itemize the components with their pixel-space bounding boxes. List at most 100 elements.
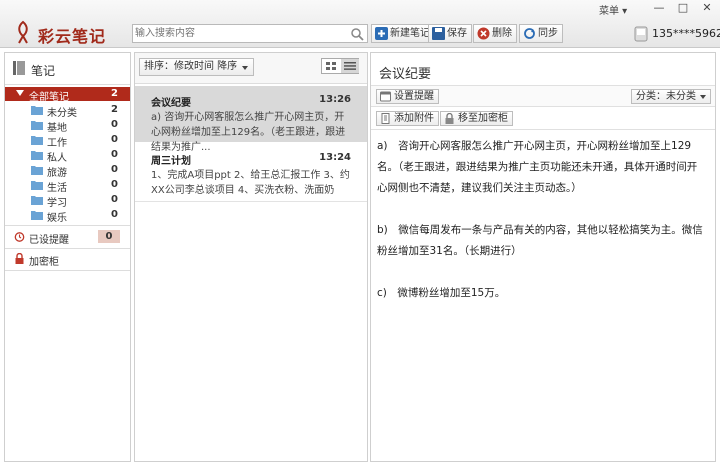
list-view-icon[interactable] — [341, 59, 359, 73]
sync-label: 同步 — [538, 28, 558, 39]
reminder-icon — [380, 91, 391, 102]
sort-dropdown[interactable]: 排序：修改时间 降序 — [139, 58, 255, 76]
new-note-label: 新建笔记 — [390, 28, 430, 39]
note-list-item[interactable]: 周三计划 13:24 1、完成A项目ppt 2、给王总汇报工作 3、约XX公司李… — [135, 144, 367, 202]
folder-label: 工作 — [47, 138, 67, 149]
note-body[interactable]: a) 咨询开心网客服怎么推广开心网主页，开心网粉丝增加至上129名。（老王跟进，… — [377, 136, 707, 304]
sidebar-item-life[interactable]: 生活 0 — [5, 178, 130, 194]
folder-icon — [31, 196, 43, 205]
sidebar-item-all-notes[interactable]: 全部笔记 2 — [5, 87, 130, 103]
folder-count: 0 — [111, 209, 118, 220]
phone-card-icon — [634, 26, 648, 42]
sidebar-item-vault[interactable]: 加密柜 — [5, 250, 130, 268]
maximize-icon[interactable]: □ — [672, 0, 694, 16]
sidebar-item-study[interactable]: 学习 0 — [5, 193, 130, 209]
note-paragraph: a) 咨询开心网客服怎么推广开心网主页，开心网粉丝增加至上129名。（老王跟进，… — [377, 140, 698, 194]
sidebar-divider — [5, 225, 130, 226]
vault-label: 加密柜 — [29, 257, 59, 268]
folder-icon — [31, 106, 43, 115]
view-toggle[interactable] — [321, 58, 359, 74]
chevron-down-icon — [700, 95, 706, 99]
sidebar-header: 笔记 — [5, 53, 130, 85]
sidebar: 笔记 全部笔记 2 未分类 2 基地 0 工作 0 私人 0 旅游 0 生活 0… — [4, 52, 131, 462]
menu-button[interactable]: 菜单 ▾ — [599, 2, 627, 17]
add-attachment-label: 添加附件 — [394, 113, 434, 124]
folder-label: 娱乐 — [47, 213, 67, 224]
user-phone: 135****5962 — [652, 27, 720, 40]
folder-icon — [31, 151, 43, 160]
category-dropdown[interactable]: 分类：未分类 — [631, 89, 711, 104]
expand-arrow-icon[interactable] — [16, 90, 24, 96]
sort-label: 排序：修改时间 降序 — [144, 61, 238, 72]
close-icon[interactable]: ✕ — [696, 0, 718, 16]
sync-icon — [524, 28, 535, 39]
app-logo-icon — [18, 20, 28, 44]
folder-count: 0 — [111, 119, 118, 130]
folder-count: 0 — [111, 134, 118, 145]
note-time: 13:24 — [319, 152, 351, 163]
all-notes-count: 2 — [111, 88, 118, 99]
note-editor: 会议纪要 设置提醒 分类：未分类 添加附件 移至加密柜 a) 咨询开心网客服怎么… — [370, 52, 716, 462]
reminders-label: 已设提醒 — [29, 235, 69, 246]
folder-icon — [31, 211, 43, 220]
user-account[interactable]: 135****5962 — [632, 24, 720, 44]
set-reminder-button[interactable]: 设置提醒 — [376, 89, 439, 104]
search-icon[interactable] — [350, 27, 364, 41]
folder-label: 生活 — [47, 183, 67, 194]
all-notes-label: 全部笔记 — [29, 92, 69, 103]
search-input[interactable] — [135, 26, 345, 41]
folder-icon — [31, 166, 43, 175]
reminders-count: 0 — [98, 230, 120, 243]
new-note-button[interactable]: 新建笔记 — [371, 24, 435, 43]
folder-icon — [31, 121, 43, 130]
lock-icon — [15, 253, 24, 264]
sidebar-item-base[interactable]: 基地 0 — [5, 118, 130, 134]
sidebar-item-reminders[interactable]: 已设提醒 0 — [5, 228, 130, 246]
folder-label: 旅游 — [47, 168, 67, 179]
save-button[interactable]: 保存 — [428, 24, 472, 43]
note-paragraph: c) 微博粉丝增加至15万。 — [377, 287, 506, 299]
chevron-down-icon — [242, 66, 249, 70]
notebook-icon — [13, 61, 25, 75]
delete-label: 删除 — [492, 28, 512, 39]
attachment-icon — [381, 113, 390, 124]
sync-button[interactable]: 同步 — [519, 24, 563, 43]
move-to-vault-button[interactable]: 移至加密柜 — [440, 111, 513, 126]
set-reminder-label: 设置提醒 — [394, 91, 434, 102]
folder-count: 0 — [111, 149, 118, 160]
delete-button[interactable]: 删除 — [473, 24, 517, 43]
note-time: 13:26 — [319, 94, 351, 105]
add-attachment-button[interactable]: 添加附件 — [376, 111, 439, 126]
top-bar: 彩云笔记 新建笔记 保存 删除 同步 菜单 ▾ — □ ✕ 135****596… — [0, 0, 720, 48]
folder-count: 2 — [111, 104, 118, 115]
minimize-icon[interactable]: — — [648, 0, 670, 16]
folder-label: 学习 — [47, 198, 67, 209]
folder-count: 0 — [111, 164, 118, 175]
folder-label: 未分类 — [47, 108, 77, 119]
grid-view-icon[interactable] — [322, 59, 340, 73]
editor-toolbar-top: 设置提醒 分类：未分类 — [371, 85, 715, 107]
sidebar-item-work[interactable]: 工作 0 — [5, 133, 130, 149]
sidebar-item-travel[interactable]: 旅游 0 — [5, 163, 130, 179]
app-title: 彩云笔记 — [38, 27, 107, 46]
note-list-panel: 排序：修改时间 降序 会议纪要 13:26 a) 咨询开心网客服怎么推广开心网主… — [134, 52, 368, 462]
sidebar-item-private[interactable]: 私人 0 — [5, 148, 130, 164]
category-label: 分类：未分类 — [636, 91, 696, 102]
sidebar-divider — [5, 248, 130, 249]
sidebar-item-uncategorized[interactable]: 未分类 2 — [5, 103, 130, 119]
note-list-item[interactable]: 会议纪要 13:26 a) 咨询开心网客服怎么推广开心网主页，开心网粉丝增加至上… — [135, 86, 367, 153]
search-box[interactable] — [132, 24, 368, 43]
note-editor-title[interactable]: 会议纪要 — [379, 63, 431, 82]
editor-toolbar-bottom: 添加附件 移至加密柜 — [371, 108, 715, 130]
folder-icon — [31, 181, 43, 190]
save-icon — [432, 27, 445, 40]
note-list-header: 排序：修改时间 降序 — [135, 53, 367, 84]
move-to-vault-label: 移至加密柜 — [458, 113, 508, 124]
sidebar-item-entertainment[interactable]: 娱乐 0 — [5, 208, 130, 224]
folder-icon — [31, 136, 43, 145]
alarm-clock-icon — [14, 232, 25, 242]
lock-icon — [445, 113, 454, 124]
note-paragraph: b) 微信每周发布一条与产品有关的内容，其他以轻松搞笑为主。微信粉丝增加至31名… — [377, 224, 703, 257]
note-preview: 1、完成A项目ppt 2、给王总汇报工作 3、约XX公司李总谈项目 4、买洗衣粉… — [151, 170, 350, 196]
